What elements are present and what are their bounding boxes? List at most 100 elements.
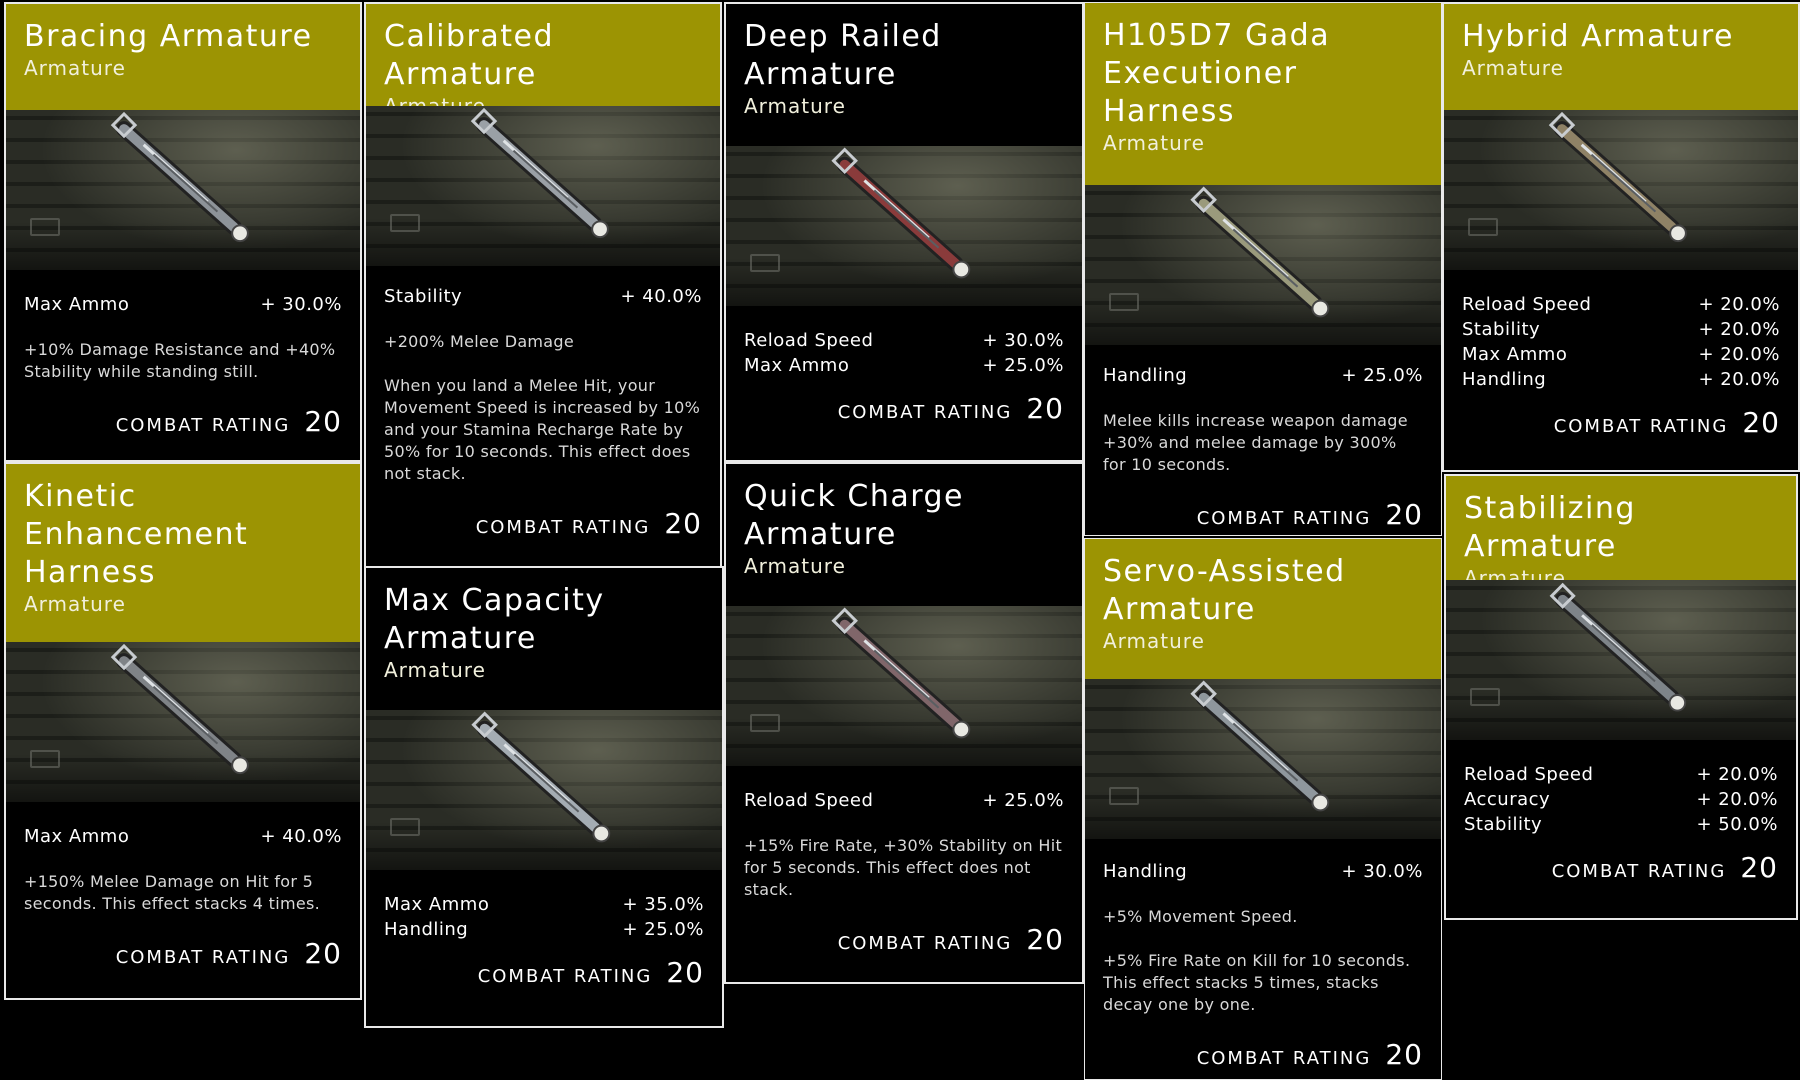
stat-label: Reload Speed xyxy=(1462,294,1592,315)
card-header: Servo-Assisted Armature Armature xyxy=(1085,539,1441,679)
card-title: Bracing Armature xyxy=(24,19,313,54)
stats-list: Max Ammo + 35.0% Handling + 25.0% xyxy=(366,892,722,942)
armature-icon xyxy=(1549,582,1687,712)
stat-value: + 50.0% xyxy=(1696,814,1778,835)
armature-icon xyxy=(1190,680,1330,812)
card-bracing-armature[interactable]: Bracing Armature Armature Max Ammo + 30.0% +… xyxy=(4,2,362,462)
card-servo-assisted-armature[interactable]: Servo-Assisted Armature Armature Handling +… xyxy=(1084,538,1442,1080)
combat-rating-value: 20 xyxy=(304,405,342,438)
stat-label: Handling xyxy=(1103,861,1188,882)
combat-rating-value: 20 xyxy=(1742,406,1780,439)
stat-label: Reload Speed xyxy=(1464,764,1594,785)
armature-icon xyxy=(1190,186,1330,318)
stat-row: Stability + 20.0% xyxy=(1462,317,1780,342)
item-image xyxy=(6,642,360,802)
stat-label: Reload Speed xyxy=(744,790,874,811)
stat-label: Stability xyxy=(1462,319,1541,340)
stat-value: + 25.0% xyxy=(982,790,1064,811)
stat-label: Handling xyxy=(1103,365,1188,386)
card-title: Servo-Assisted Armature xyxy=(1103,554,1346,627)
stat-label: Stability xyxy=(1464,814,1543,835)
card-title: Max Capacity Armature xyxy=(384,583,605,656)
item-image xyxy=(726,146,1082,306)
description-paragraph: Melee kills increase weapon damage +30% … xyxy=(1103,411,1408,474)
stat-row: Stability + 40.0% xyxy=(384,284,702,309)
stat-label: Reload Speed xyxy=(744,330,874,351)
card-title: H105D7 Gada Executioner Harness xyxy=(1103,18,1331,129)
stats-list: Handling + 30.0% xyxy=(1085,859,1441,884)
item-image xyxy=(1444,110,1798,270)
card-calibrated-armature[interactable]: Calibrated ArmatureArmature Stability + 40… xyxy=(364,2,722,568)
stats-list: Reload Speed + 25.0% xyxy=(726,788,1082,813)
stat-value: + 20.0% xyxy=(1698,344,1780,365)
card-h105d7-gada-executioner-harness[interactable]: H105D7 Gada Executioner Harness Armature H… xyxy=(1084,2,1442,536)
armature-icon xyxy=(471,711,611,843)
armature-icon xyxy=(110,643,249,775)
card-subtitle: Armature xyxy=(24,56,126,80)
card-stabilizing-armature[interactable]: Stabilizing Armature Armature Reload Speed… xyxy=(1444,474,1798,920)
card-max-capacity-armature[interactable]: Max Capacity Armature Armature Max Ammo + 3… xyxy=(364,566,724,1028)
combat-rating-value: 20 xyxy=(1385,1038,1423,1071)
stats-list: Stability + 40.0% xyxy=(366,284,720,309)
stat-row: Max Ammo + 20.0% xyxy=(1462,342,1780,367)
combat-rating: COMBAT RATING 20 xyxy=(6,937,360,970)
combat-rating-value: 20 xyxy=(1026,923,1064,956)
stat-value: + 25.0% xyxy=(622,919,704,940)
combat-rating: COMBAT RATING 20 xyxy=(726,392,1082,425)
card-kinetic-enhancement-harness[interactable]: Kinetic Enhancement Harness Armature Max A… xyxy=(4,462,362,1000)
combat-rating: COMBAT RATING 20 xyxy=(6,405,360,438)
combat-rating: COMBAT RATING 20 xyxy=(1085,1038,1441,1071)
card-deep-railed-armature[interactable]: Deep Railed Armature Armature Reload Speed… xyxy=(724,2,1084,462)
stat-row: Max Ammo + 25.0% xyxy=(744,353,1064,378)
card-header: Deep Railed Armature Armature xyxy=(726,4,1082,146)
combat-rating: COMBAT RATING 20 xyxy=(1446,851,1796,884)
card-hybrid-armature[interactable]: Hybrid Armature Armature Reload Speed + 20.… xyxy=(1442,2,1800,472)
card-subtitle: Armature xyxy=(24,592,126,616)
combat-rating-value: 20 xyxy=(304,937,342,970)
item-image xyxy=(6,110,360,270)
armature-icon xyxy=(1548,111,1687,243)
card-subtitle: Armature xyxy=(384,658,486,682)
item-image xyxy=(1085,679,1441,839)
item-image xyxy=(1446,580,1796,740)
card-header: Hybrid Armature Armature xyxy=(1444,4,1798,110)
card-subtitle: Armature xyxy=(744,554,846,578)
stats-list: Max Ammo + 30.0% xyxy=(6,292,360,317)
stat-value: + 35.0% xyxy=(622,894,704,915)
stat-label: Handling xyxy=(384,919,469,940)
stat-label: Stability xyxy=(384,286,463,307)
stat-label: Max Ammo xyxy=(1462,344,1568,365)
card-quick-charge-armature[interactable]: Quick Charge Armature Armature Reload Spee… xyxy=(724,462,1084,984)
combat-rating-label: COMBAT RATING xyxy=(115,415,291,436)
description-paragraph: +5% Fire Rate on Kill for 10 seconds. Th… xyxy=(1103,951,1411,1014)
item-image xyxy=(726,606,1082,766)
stat-value: + 20.0% xyxy=(1696,789,1778,810)
card-header: Stabilizing Armature Armature xyxy=(1446,476,1796,590)
stat-row: Reload Speed + 20.0% xyxy=(1462,292,1780,317)
card-title: Deep Railed Armature xyxy=(744,19,942,92)
combat-rating-value: 20 xyxy=(664,507,702,540)
stat-value: + 40.0% xyxy=(260,826,342,847)
stat-label: Max Ammo xyxy=(744,355,850,376)
combat-rating-label: COMBAT RATING xyxy=(1196,508,1372,529)
combat-rating-label: COMBAT RATING xyxy=(837,402,1013,423)
combat-rating-label: COMBAT RATING xyxy=(1553,416,1729,437)
combat-rating-label: COMBAT RATING xyxy=(1551,861,1727,882)
stat-row: Reload Speed + 20.0% xyxy=(1464,762,1778,787)
combat-rating-label: COMBAT RATING xyxy=(475,517,651,538)
card-description: Melee kills increase weapon damage +30% … xyxy=(1085,410,1441,476)
card-title: Hybrid Armature xyxy=(1462,19,1734,54)
combat-rating-label: COMBAT RATING xyxy=(477,966,653,987)
armature-icon xyxy=(470,107,609,239)
stat-label: Handling xyxy=(1462,369,1547,390)
card-subtitle: Armature xyxy=(1103,131,1205,155)
stat-value: + 25.0% xyxy=(982,355,1064,376)
stat-value: + 20.0% xyxy=(1698,369,1780,390)
combat-rating-value: 20 xyxy=(1385,498,1423,531)
stat-row: Handling + 25.0% xyxy=(1103,363,1423,388)
stat-row: Reload Speed + 30.0% xyxy=(744,328,1064,353)
stat-row: Handling + 20.0% xyxy=(1462,367,1780,392)
card-subtitle: Armature xyxy=(1462,56,1564,80)
card-header: H105D7 Gada Executioner Harness Armature xyxy=(1085,3,1441,185)
card-description: +150% Melee Damage on Hit for 5 seconds.… xyxy=(6,871,360,915)
